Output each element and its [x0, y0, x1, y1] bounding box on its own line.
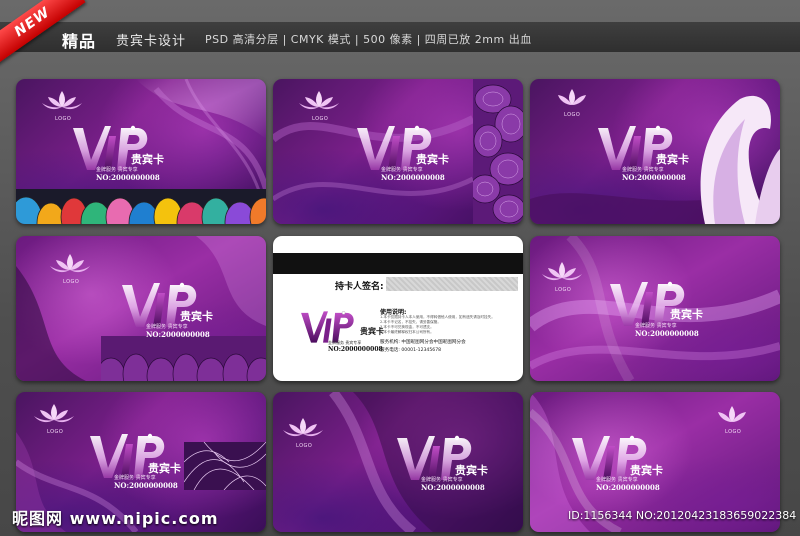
vip-cn-label: 贵宾卡	[656, 153, 689, 166]
card-number: NO:2000000008	[635, 329, 699, 338]
image-id-watermark: ID:1156344 NO:20120423183659022384	[568, 509, 797, 522]
card-number: NO:2000000008	[421, 483, 485, 492]
vip-card-1[interactable]: LOGO 贵宾卡 金牌服务 贵宾专享 NO:2000000008	[16, 79, 266, 224]
vip-subline: 金牌服务 贵宾专享	[96, 167, 138, 173]
vip-cn-label: 贵宾卡	[670, 308, 703, 321]
vip-card-8[interactable]: LOGO 贵宾卡 金牌服务 贵宾专享 NO:2000000008	[273, 392, 523, 532]
header-title-strong: 精品	[62, 32, 97, 51]
card-number: NO:2000000008	[381, 173, 445, 182]
vip-cn-label: 贵宾卡	[180, 310, 213, 323]
logo-label: LOGO	[555, 287, 572, 293]
lotus-logo-icon	[718, 406, 746, 422]
logo-label: LOGO	[47, 429, 64, 435]
card-number: NO:2000000008	[328, 346, 383, 353]
vip-emblem-icon	[301, 311, 354, 343]
card-number: NO:2000000008	[146, 330, 210, 339]
floral-panel	[473, 79, 523, 224]
card-number: NO:2000000008	[96, 173, 160, 182]
lotus-logo-icon	[42, 91, 82, 110]
vip-subline: 金牌服务 贵宾专享	[381, 167, 423, 173]
lotus-logo-icon	[542, 262, 582, 281]
service-org: 服务机构: 中国昵图网分会中国昵图网分会	[380, 340, 466, 345]
vip-subline: 金牌服务 贵宾专享	[146, 324, 188, 330]
signature-box	[386, 277, 518, 291]
site-watermark: 昵图网 www.nipic.com	[12, 509, 219, 528]
floral-band	[101, 336, 266, 381]
vip-card-6[interactable]: LOGO 贵宾卡 金牌服务 贵宾专享 NO:2000000008	[530, 236, 780, 381]
floral-panel	[184, 442, 266, 490]
card-number: NO:2000000008	[596, 483, 660, 492]
vip-subline: 金牌服务 贵宾专享	[596, 477, 638, 483]
vip-cn-label: 贵宾卡	[131, 153, 164, 166]
vip-subline: 金牌服务 贵宾专享	[622, 167, 664, 173]
vip-subline: 金牌服务 贵宾专享	[421, 477, 463, 483]
lotus-logo-icon	[34, 404, 74, 423]
logo-label: LOGO	[564, 112, 581, 118]
vip-card-2[interactable]: LOGO 贵宾卡 金牌服务 贵宾专享 NO:2000000008	[273, 79, 523, 224]
vip-subline: 金牌服务 贵宾专享	[114, 475, 156, 481]
signature-label: 持卡人签名:	[335, 282, 384, 292]
logo-label: LOGO	[725, 429, 742, 435]
usage-list: 1.本卡仅限持卡人本人使用，不得转借他人使用，如有遗失请及时挂失。 2.本卡不记…	[380, 315, 520, 335]
service-tel: 服务电话: 00001-12345678	[380, 348, 442, 353]
vip-subline: 金牌服务 贵宾专享	[635, 323, 677, 329]
card-number: NO:2000000008	[622, 173, 686, 182]
logo-label: LOGO	[55, 116, 72, 122]
lotus-logo-icon	[299, 91, 339, 110]
vip-card-4[interactable]: LOGO 贵宾卡 金牌服务 贵宾专享 NO:2000000008	[16, 236, 266, 381]
vip-cn-label: 贵宾卡	[416, 153, 449, 166]
lotus-logo-icon	[50, 254, 90, 273]
lotus-logo-icon	[558, 89, 586, 105]
logo-label: LOGO	[296, 443, 313, 449]
logo-label: LOGO	[312, 116, 329, 122]
header-title-sub: 贵宾卡设计	[116, 34, 187, 49]
magnetic-stripe	[273, 253, 523, 274]
header-specs: PSD 高清分层 | CMYK 模式 | 500 像素 | 四周已放 2mm 出…	[205, 33, 532, 46]
lotus-logo-icon	[283, 418, 323, 437]
usage-line: 4.本卡最终解释权归本公司所有。	[380, 330, 434, 334]
card-number: NO:2000000008	[114, 481, 178, 490]
vip-card-back[interactable]: 持卡人签名: 贵宾卡 金牌服务 贵宾专享 NO:2000000008 使用说明:…	[273, 236, 523, 381]
floral-band	[16, 189, 266, 224]
logo-label: LOGO	[63, 279, 80, 285]
vip-card-3[interactable]: LOGO 贵宾卡 金牌服务 贵宾专享 NO:2000000008	[530, 79, 780, 224]
